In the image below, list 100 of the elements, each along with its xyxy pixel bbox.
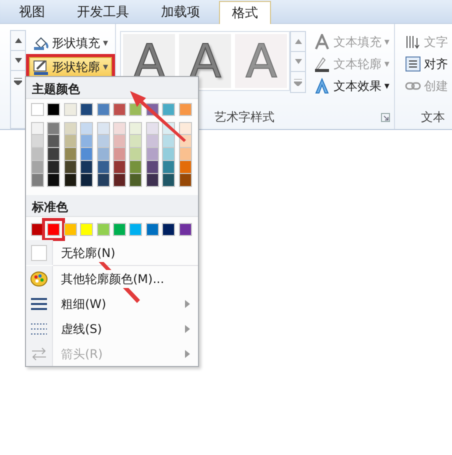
color-swatch[interactable] (162, 174, 176, 187)
color-swatch[interactable] (64, 148, 77, 161)
color-swatch[interactable] (112, 148, 126, 161)
color-swatch[interactable] (162, 161, 176, 174)
color-swatch[interactable] (146, 174, 159, 187)
menu-item[interactable]: 虚线(S) (26, 316, 198, 341)
color-swatch[interactable] (129, 135, 142, 148)
color-swatch[interactable] (146, 148, 159, 161)
color-swatch[interactable] (112, 223, 126, 236)
color-swatch[interactable] (96, 148, 110, 161)
color-swatch[interactable] (96, 223, 110, 236)
color-swatch[interactable] (47, 103, 60, 116)
color-swatch[interactable] (80, 135, 94, 148)
text-button[interactable]: 文本效果 ▾ (310, 76, 394, 96)
color-swatch[interactable] (31, 174, 44, 187)
color-swatch[interactable] (47, 174, 60, 187)
menu-item[interactable]: 无轮廓(N) (26, 240, 198, 265)
text-direction-icon (405, 34, 421, 50)
submenu-arrow-icon (185, 300, 190, 308)
up-arrow-icon (294, 39, 302, 44)
color-swatch[interactable] (31, 122, 44, 135)
empty-square-icon (30, 244, 48, 262)
color-swatch[interactable] (96, 135, 110, 148)
dialog-launcher-icon[interactable] (381, 112, 390, 122)
color-swatch[interactable] (146, 223, 159, 236)
color-swatch[interactable] (129, 148, 142, 161)
color-swatch[interactable] (47, 148, 60, 161)
color-swatch[interactable] (80, 122, 94, 135)
submenu-arrow-icon (185, 350, 190, 358)
color-swatch[interactable] (47, 122, 60, 135)
expand-icon (14, 78, 22, 84)
color-swatch[interactable] (129, 174, 142, 187)
color-swatch[interactable] (64, 161, 77, 174)
shape-button[interactable]: 形状填充 ▾ (29, 33, 112, 53)
color-swatch[interactable] (178, 223, 192, 236)
color-swatch[interactable] (112, 135, 126, 148)
color-swatch[interactable] (96, 103, 110, 116)
color-swatch[interactable] (112, 174, 126, 187)
color-swatch[interactable] (64, 122, 77, 135)
menu-item[interactable]: 其他轮廓颜色(M)... (26, 266, 198, 291)
color-swatch[interactable] (146, 135, 159, 148)
color-swatch[interactable] (96, 161, 110, 174)
shape-button[interactable]: 形状轮廓 ▾ (29, 57, 112, 77)
color-swatch[interactable] (31, 223, 44, 236)
paint-bucket-icon (33, 35, 49, 51)
ribbon-tab[interactable]: 加载项 (148, 1, 213, 23)
color-swatch[interactable] (178, 122, 192, 135)
color-swatch[interactable] (129, 103, 142, 116)
color-swatch[interactable] (80, 148, 94, 161)
section-heading: 标准色 (26, 195, 198, 217)
color-swatch[interactable] (146, 161, 159, 174)
palette-icon (30, 270, 48, 288)
color-swatch[interactable] (80, 174, 94, 187)
color-swatch[interactable] (112, 161, 126, 174)
color-swatch[interactable] (47, 161, 60, 174)
ribbon-tab[interactable]: 视图 (6, 1, 58, 23)
text-outline-icon (314, 56, 330, 72)
color-swatch[interactable] (80, 103, 94, 116)
color-swatch[interactable] (80, 161, 94, 174)
color-swatch[interactable] (129, 223, 142, 236)
color-swatch[interactable] (96, 174, 110, 187)
menu-item[interactable]: 粗细(W) (26, 291, 198, 316)
color-swatch[interactable] (178, 174, 192, 187)
color-swatch[interactable] (112, 122, 126, 135)
ribbon-tab[interactable]: 格式 (219, 1, 271, 24)
arrows-icon (30, 344, 48, 362)
color-swatch[interactable] (31, 135, 44, 148)
annotation-arrow (130, 91, 186, 142)
group-label: 文本 (421, 109, 445, 126)
color-swatch[interactable] (178, 161, 192, 174)
ribbon-tab[interactable]: 开发工具 (64, 1, 142, 23)
section-heading: 主题颜色 (26, 77, 198, 99)
scroll-up-button[interactable] (11, 31, 25, 51)
color-swatch[interactable] (31, 148, 44, 161)
down-arrow-icon (294, 59, 302, 64)
color-swatch[interactable] (64, 103, 77, 116)
color-swatch[interactable] (129, 122, 142, 135)
color-swatch[interactable] (162, 103, 176, 116)
color-swatch[interactable] (96, 122, 110, 135)
color-swatch[interactable] (162, 223, 176, 236)
color-swatch[interactable] (129, 161, 142, 174)
scroll-down-button[interactable] (11, 51, 25, 71)
color-swatch[interactable] (80, 223, 94, 236)
align-icon (405, 56, 421, 72)
color-swatch[interactable] (178, 103, 192, 116)
color-swatch[interactable] (31, 103, 44, 116)
color-swatch[interactable] (162, 148, 176, 161)
color-swatch[interactable] (64, 135, 77, 148)
color-swatch[interactable] (178, 148, 192, 161)
text-effects-icon (314, 78, 330, 94)
color-swatch[interactable] (162, 135, 176, 148)
color-swatch[interactable] (47, 135, 60, 148)
up-arrow-icon (14, 38, 22, 43)
color-swatch[interactable] (64, 223, 77, 236)
color-swatch[interactable] (112, 103, 126, 116)
color-swatch[interactable] (64, 174, 77, 187)
group-label: 艺术字样式 (214, 109, 274, 126)
color-swatch[interactable] (31, 161, 44, 174)
text-button[interactable]: 对齐 (401, 54, 452, 74)
color-swatch[interactable] (146, 122, 159, 135)
